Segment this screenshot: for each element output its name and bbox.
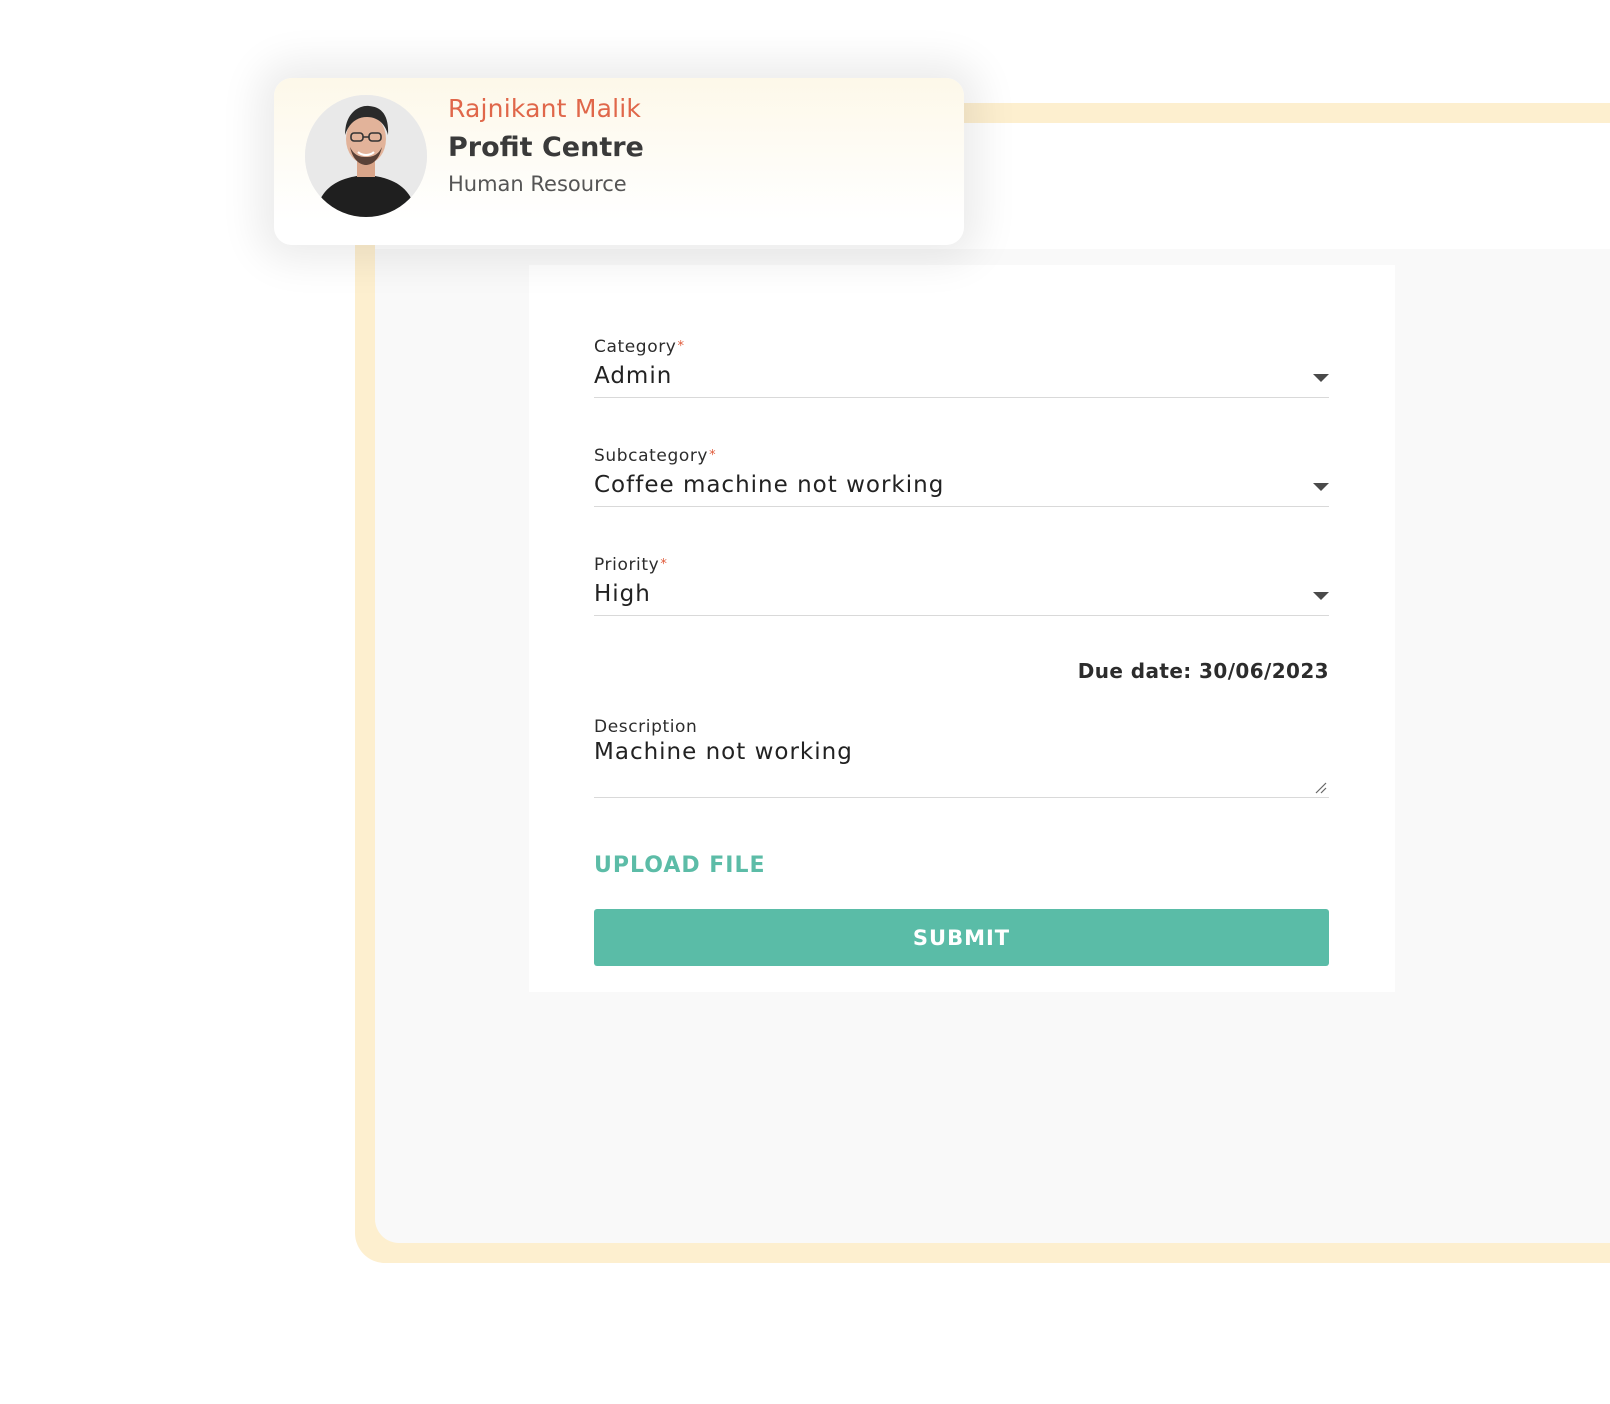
category-field: Category* Admin [594,337,1329,398]
priority-select[interactable]: High [594,575,1329,616]
chevron-down-icon[interactable] [1313,592,1329,600]
due-date: Due date: 30/06/2023 [1077,659,1329,683]
profile-card: Rajnikant Malik Profit Centre Human Reso… [274,78,964,245]
subcategory-field: Subcategory* Coffee machine not working [594,446,1329,507]
priority-value: High [594,581,651,607]
description-field: Description Machine not working [594,717,1329,798]
description-value: Machine not working [594,739,853,765]
upload-file-button[interactable]: UPLOAD FILE [594,853,766,878]
chevron-down-icon[interactable] [1313,483,1329,491]
avatar [305,95,427,217]
priority-label-text: Priority [594,555,660,575]
chevron-down-icon[interactable] [1313,374,1329,382]
category-label-text: Category [594,337,677,357]
description-label: Description [594,717,698,737]
profile-role: Profit Centre [448,132,644,163]
required-mark: * [677,339,685,354]
category-label: Category* [594,337,1329,357]
category-value: Admin [594,363,673,389]
subcategory-label: Subcategory* [594,446,1329,466]
required-mark: * [660,557,668,572]
subcategory-select[interactable]: Coffee machine not working [594,466,1329,507]
priority-label: Priority* [594,555,1329,575]
required-mark: * [709,448,717,463]
resize-grip-icon[interactable] [1315,782,1327,794]
profile-name: Rajnikant Malik [448,94,642,123]
subcategory-value: Coffee machine not working [594,472,945,498]
subcategory-label-text: Subcategory [594,446,709,466]
category-select[interactable]: Admin [594,357,1329,398]
profile-department: Human Resource [448,172,627,196]
description-textarea[interactable]: Machine not working [594,737,1329,798]
submit-button[interactable]: SUBMIT [594,909,1329,966]
ticket-form: Category* Admin Subcategory* Coffee mach… [529,265,1395,992]
avatar-image [305,95,427,217]
priority-field: Priority* High [594,555,1329,616]
